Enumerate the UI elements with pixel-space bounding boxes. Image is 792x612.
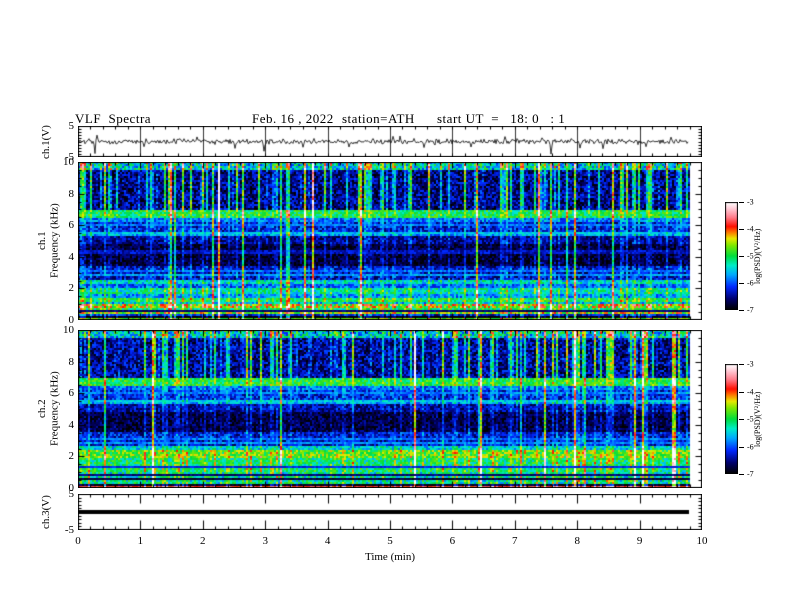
colorbar-tick-label-2: -6 [747,442,754,451]
x-axis-title: Time (min) [364,551,416,563]
colorbar-tick-mark [739,391,744,393]
colorbar-1-gradient [725,202,738,310]
x-tick-label: 9 [636,535,643,547]
ch1-spectrogram-canvas [78,162,702,320]
x-tick-label: 7 [512,535,518,547]
x-tick-label: 10 [696,535,708,547]
x-tick-label: 0 [75,535,81,547]
volt-tick-label-ch3: -5 [64,524,74,536]
ch1-waveform-canvas [78,126,702,157]
colorbar-tick-label-1: -3 [747,197,754,207]
ch1-waveform-panel [78,126,702,157]
ch2-spectrogram-canvas [78,330,702,488]
freq-tick-label-spec2: 2 [68,450,75,463]
colorbar-2-label: log(PSD)(V²/Hz) [753,391,762,447]
x-tick-label: 5 [387,535,393,547]
colorbar-1-label: log(PSD)(V²/Hz) [753,228,762,284]
start-ut-label: start UT = 18: 0 : 1 [437,111,566,126]
colorbar-tick-label-1: -4 [747,224,754,234]
x-tick-label: 3 [262,535,268,547]
volt-tick-label-ch1: 5 [68,120,75,132]
colorbar-tick-mark [739,474,744,475]
colorbar-tick-mark [739,419,744,420]
volt-tick-label-ch1: -5 [64,151,74,163]
colorbar-tick-label-2: -3 [747,359,754,369]
colorbar-tick-mark [739,202,744,203]
colorbar-tick-label-2: -4 [747,387,754,396]
ch1-spectrogram-panel [78,162,702,320]
colorbar-tick-mark [739,310,744,311]
x-tick-label: 1 [137,535,144,547]
ch2-spectrogram-panel [78,330,702,488]
x-tick-label: 6 [449,535,456,547]
colorbar-tick-mark [739,446,744,448]
colorbar-2-gradient [725,364,738,474]
colorbar-2 [725,364,738,474]
freq-tick-label-spec1: 2 [68,282,75,295]
colorbar-tick-label-2: -7 [747,469,754,479]
x-tick-label: 8 [574,535,580,547]
colorbar-tick-label-2: -5 [747,414,754,424]
freq-tick-label-spec2: 10 [63,324,74,336]
volt-tick-label-ch3: 5 [68,488,75,500]
colorbar-tick-label-1: -7 [747,305,754,315]
colorbar-tick-mark [739,256,744,257]
freq-tick-label-spec2: 4 [68,418,75,431]
freq-tick-label-spec2: 6 [68,387,75,400]
freq-tick-label-spec1: 4 [68,250,75,263]
colorbar-1 [725,202,738,310]
freq-tick-label-spec1: 6 [68,219,75,232]
ch3-waveform-panel [78,494,702,530]
colorbar-tick-mark [739,364,744,365]
x-tick-label: 4 [324,535,331,547]
ch3-waveform-canvas [78,494,702,530]
freq-tick-label-spec1: 8 [68,187,75,200]
station-label: station=ATH [342,111,415,126]
date-label: Feb. 16 , 2022 [252,111,334,126]
page-title: VLF Spectra [75,111,152,126]
colorbar-tick-mark [739,229,744,230]
colorbar-tick-label-1: -5 [747,251,754,261]
colorbar-tick-label-1: -6 [747,278,754,288]
colorbar-tick-mark [739,283,744,284]
freq-tick-label-spec2: 8 [68,355,75,368]
x-tick-label: 2 [200,535,206,547]
vlf-spectra-figure: VLF Spectra Feb. 16 , 2022 station=ATH s… [0,0,792,612]
